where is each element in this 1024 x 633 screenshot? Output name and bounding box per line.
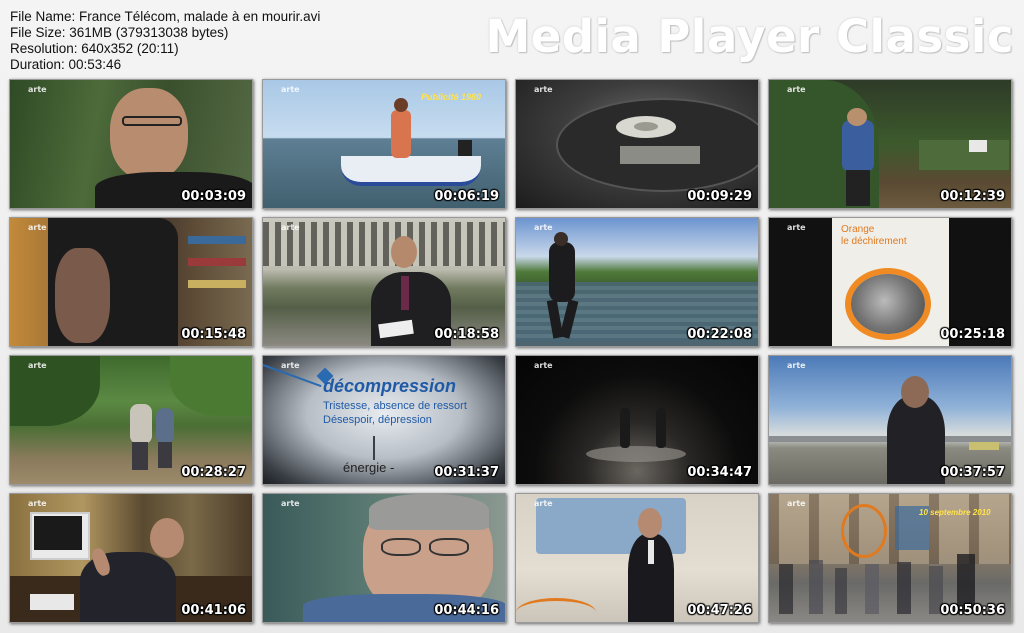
timestamp: 00:31:37 (434, 465, 499, 480)
file-info: File Name: France Télécom, malade à en m… (10, 9, 320, 73)
timestamp: 00:47:26 (687, 603, 752, 618)
channel-logo: arte (534, 223, 553, 232)
infographic-line-2: Désespoir, dépression (323, 414, 432, 426)
thumbnail-9: arte 00:28:27 (9, 355, 253, 485)
file-name-line: File Name: France Télécom, malade à en m… (10, 9, 321, 24)
channel-logo: arte (28, 499, 47, 508)
channel-logo: arte (787, 85, 806, 94)
channel-logo: arte (281, 361, 300, 370)
infographic-line-1: Tristesse, absence de ressort (323, 400, 467, 412)
channel-logo: arte (534, 361, 553, 370)
thumbnail-11: arte 00:34:47 (515, 355, 759, 485)
channel-logo: arte (281, 85, 300, 94)
brand-watermark: Media Player Classic (485, 10, 1014, 63)
timestamp: 00:09:29 (687, 189, 752, 204)
timestamp: 00:15:48 (181, 327, 246, 342)
timestamp: 00:44:16 (434, 603, 499, 618)
timestamp: 00:41:06 (181, 603, 246, 618)
thumbnail-10: décompression Tristesse, absence de ress… (262, 355, 506, 485)
duration-line: Duration: 00:53:46 (10, 57, 122, 72)
thumbnail-4: arte 00:12:39 (768, 79, 1012, 209)
channel-logo: arte (787, 499, 806, 508)
timestamp: 00:18:58 (434, 327, 499, 342)
thumbnail-5: arte 00:15:48 (9, 217, 253, 347)
channel-logo: arte (534, 85, 553, 94)
thumbnail-caption: 10 septembre 2010 (919, 508, 991, 517)
channel-logo: arte (787, 223, 806, 232)
file-size-line: File Size: 361MB (379313038 bytes) (10, 25, 229, 40)
thumbnail-6: arte 00:18:58 (262, 217, 506, 347)
channel-logo: arte (787, 361, 806, 370)
timestamp: 00:22:08 (687, 327, 752, 342)
thumbnail-12: arte 00:37:57 (768, 355, 1012, 485)
channel-logo: arte (281, 499, 300, 508)
channel-logo: arte (28, 361, 47, 370)
thumbnail-2: Publicité 1980 arte 00:06:19 (262, 79, 506, 209)
timestamp: 00:06:19 (434, 189, 499, 204)
thumbnail-grid: arte 00:03:09 Publicité 1980 arte 00:06:… (9, 79, 1012, 623)
thumbnail-14: arte 00:44:16 (262, 493, 506, 623)
channel-logo: arte (28, 85, 47, 94)
infographic-footer: énergie - (343, 460, 395, 475)
timestamp: 00:28:27 (181, 465, 246, 480)
resolution-line: Resolution: 640x352 (20:11) (10, 41, 179, 56)
timestamp: 00:50:36 (940, 603, 1005, 618)
timestamp: 00:12:39 (940, 189, 1005, 204)
timestamp: 00:37:57 (940, 465, 1005, 480)
thumbnail-1: arte 00:03:09 (9, 79, 253, 209)
channel-logo: arte (28, 223, 47, 232)
thumbnail-3: arte 00:09:29 (515, 79, 759, 209)
thumbnail-7: arte 00:22:08 (515, 217, 759, 347)
channel-logo: arte (281, 223, 300, 232)
thumbnail-15: arte 00:47:26 (515, 493, 759, 623)
thumbnail-16: 10 septembre 2010 arte 00:50:36 (768, 493, 1012, 623)
thumbnail-caption: Publicité 1980 (421, 92, 482, 102)
thumbnail-13: arte 00:41:06 (9, 493, 253, 623)
book-title: Orange le déchirement (841, 224, 907, 247)
thumbnail-8: Orange le déchirement arte 00:25:18 (768, 217, 1012, 347)
infographic-heading: décompression (323, 376, 457, 396)
channel-logo: arte (534, 499, 553, 508)
timestamp: 00:03:09 (181, 189, 246, 204)
timestamp: 00:34:47 (687, 465, 752, 480)
timestamp: 00:25:18 (940, 327, 1005, 342)
